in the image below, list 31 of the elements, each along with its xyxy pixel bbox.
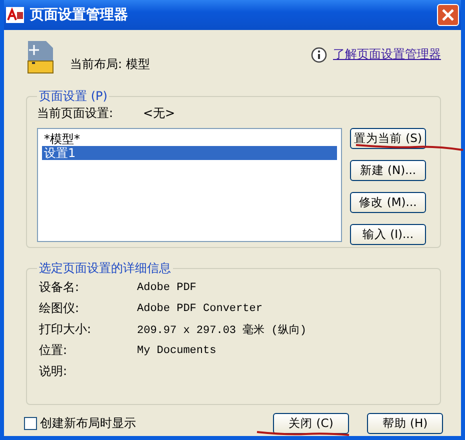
dialog-button[interactable]: 关闭 (C) — [273, 413, 349, 434]
detail-value: Adobe PDF Converter — [137, 302, 262, 314]
dialog-button[interactable]: 帮助 (H) — [367, 413, 443, 434]
close-icon — [442, 9, 454, 21]
info-icon — [311, 46, 327, 62]
close-button[interactable] — [437, 4, 459, 26]
detail-label: 绘图仪: — [38, 300, 80, 317]
group-title: 选定页面设置的详细信息 — [38, 260, 172, 277]
detail-value: My Documents — [137, 344, 216, 356]
checkbox-label: 创建新布局时显示 — [40, 415, 136, 432]
current-setup-label: 当前页面设置: — [37, 105, 114, 122]
dialog-button[interactable]: 修改 (M)... — [350, 192, 426, 213]
detail-label: 打印大小: — [38, 321, 92, 338]
dialog-button[interactable]: 新建 (N)... — [350, 160, 426, 181]
dialog-button[interactable]: 置为当前 (S) — [350, 128, 426, 149]
app-icon — [6, 7, 24, 23]
window-title: 页面设置管理器 — [30, 6, 129, 24]
current-setup-value: <无> — [143, 105, 176, 122]
group-title: 页面设置 (P) — [38, 88, 108, 105]
current-layout-label: 当前布局: 模型 — [70, 56, 151, 73]
detail-value: 209.97 x 297.03 毫米 (纵向) — [137, 322, 306, 337]
detail-label: 说明: — [38, 363, 68, 380]
list-item[interactable]: *模型* — [42, 132, 337, 146]
detail-value: Adobe PDF — [137, 282, 196, 294]
detail-label: 设备名: — [38, 279, 80, 296]
detail-label: 位置: — [38, 342, 68, 359]
list-item[interactable]: 设置1 — [42, 146, 337, 160]
dwg-file-icon — [26, 40, 54, 74]
dialog-button[interactable]: 输入 (I)... — [350, 224, 426, 245]
checkbox[interactable] — [24, 417, 37, 430]
help-link[interactable]: 了解页面设置管理器 — [333, 46, 441, 63]
